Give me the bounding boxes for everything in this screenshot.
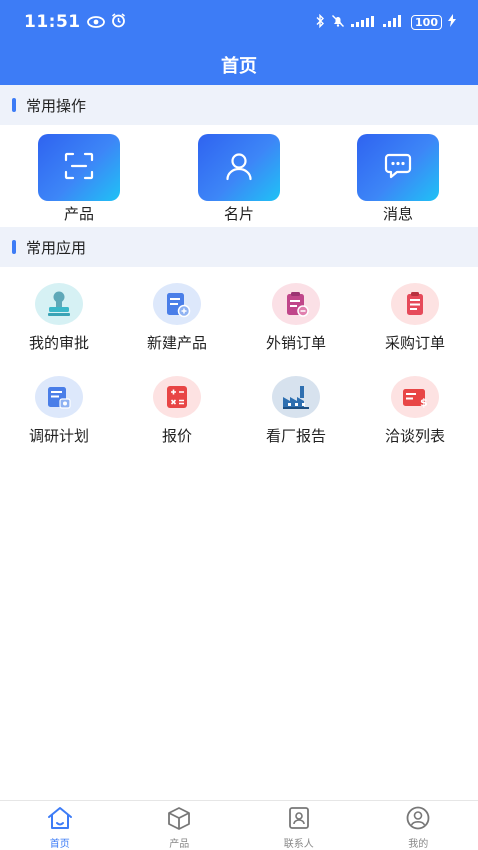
alarm-icon: [111, 12, 126, 32]
charging-icon: [448, 14, 456, 30]
section-title: 常用应用: [26, 238, 87, 257]
quick-action-card[interactable]: 名片: [179, 134, 299, 224]
quick-tile[interactable]: [38, 134, 120, 201]
quick-action-product[interactable]: 产品: [19, 134, 139, 224]
bluetooth-icon: [315, 13, 325, 31]
tab-label: 产品: [169, 839, 190, 850]
app-new-product[interactable]: 新建产品: [118, 283, 236, 353]
section-marker: [12, 240, 16, 254]
app-label: 外销订单: [265, 334, 326, 352]
eye-icon: [86, 13, 105, 32]
tab-label: 联系人: [283, 839, 314, 850]
section-header-apps: 常用应用: [0, 227, 478, 267]
app-label: 洽谈列表: [384, 427, 445, 445]
scan-icon: [64, 152, 94, 184]
app-quote[interactable]: 报价: [118, 376, 236, 446]
tab-product[interactable]: 产品: [120, 801, 240, 850]
app-label: 我的审批: [28, 334, 89, 352]
mute-icon: [331, 14, 345, 31]
status-bar: 11:51 100: [0, 0, 478, 44]
app-label: 新建产品: [146, 334, 207, 352]
section-title: 常用操作: [26, 96, 87, 115]
app-factory-report[interactable]: 看厂报告: [237, 376, 355, 446]
signal-icon-2: [383, 14, 405, 30]
svg-text:$: $: [420, 396, 428, 409]
tab-mine[interactable]: 我的: [359, 801, 478, 850]
cube-icon: [166, 806, 192, 834]
battery-indicator: 100: [411, 14, 442, 30]
signal-icon: [351, 15, 377, 30]
tab-contacts[interactable]: 联系人: [239, 801, 359, 850]
bottom-tab-bar: 首页 产品 联系人 我的: [0, 800, 478, 850]
clipboard-list-icon: [391, 283, 439, 325]
page-title: 首页: [221, 55, 257, 77]
app-label: 采购订单: [384, 334, 445, 352]
chat-icon: [383, 152, 413, 184]
new-doc-icon: [153, 283, 201, 325]
section-header-quick: 常用操作: [0, 85, 478, 125]
status-time: 11:51: [24, 12, 81, 32]
section-marker: [12, 98, 16, 112]
tab-label: 首页: [49, 839, 70, 850]
plan-doc-icon: [35, 376, 83, 418]
factory-icon: [272, 376, 320, 418]
app-export-order[interactable]: 外销订单: [237, 283, 355, 353]
app-header: 11:51 100 首页: [0, 0, 478, 85]
dollar-card-icon: $: [391, 376, 439, 418]
quick-action-label: 名片: [223, 205, 254, 223]
quick-tile[interactable]: [198, 134, 280, 201]
user-icon: [224, 151, 254, 185]
app-label: 报价: [161, 427, 192, 445]
contacts-icon: [287, 806, 311, 834]
quick-action-message[interactable]: 消息: [338, 134, 458, 224]
app-label: 看厂报告: [265, 427, 326, 445]
tab-label: 我的: [408, 839, 429, 850]
app-label: 调研计划: [28, 427, 89, 445]
quick-action-label: 消息: [382, 205, 413, 223]
home-icon: [46, 806, 74, 834]
stamp-icon: [35, 283, 83, 325]
quick-tile[interactable]: [357, 134, 439, 201]
calculator-icon: [153, 376, 201, 418]
profile-icon: [405, 806, 431, 834]
tab-home[interactable]: 首页: [0, 801, 120, 850]
app-my-approval[interactable]: 我的审批: [0, 283, 118, 353]
clipboard-icon: [272, 283, 320, 325]
app-negotiation-list[interactable]: $ 洽谈列表: [356, 376, 474, 446]
app-purchase-order[interactable]: 采购订单: [356, 283, 474, 353]
app-survey-plan[interactable]: 调研计划: [0, 376, 118, 446]
quick-action-label: 产品: [63, 205, 94, 223]
